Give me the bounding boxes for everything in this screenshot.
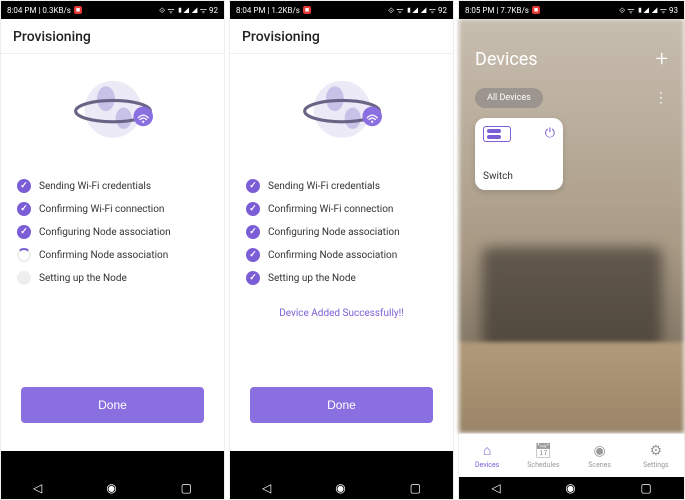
step-item: Setting up the Node [17,271,208,285]
steps-list: Sending Wi-Fi credentials Confirming Wi-… [13,170,212,294]
back-icon[interactable]: ◁ [33,481,42,495]
globe-wifi-icon [297,72,387,152]
record-icon: ■ [74,6,82,14]
step-item: Setting up the Node [246,271,437,285]
step-label: Setting up the Node [268,273,356,284]
check-icon [246,248,260,262]
more-icon[interactable]: ⋮ [654,90,668,106]
steps-list: Sending Wi-Fi credentials Confirming Wi-… [242,170,441,294]
back-icon[interactable]: ◁ [491,481,500,495]
home-icon: ⌂ [483,442,491,459]
add-device-icon[interactable]: + [656,47,668,72]
check-icon [246,202,260,216]
globe-wifi-icon [68,72,158,152]
tab-devices[interactable]: ⌂ Devices [459,434,515,477]
status-time: 8:04 PM | 1.2KB/s [236,6,300,15]
step-label: Setting up the Node [39,273,127,284]
status-bar: 8:05 PM | 7.7KB/s■ ⟐ ᯤ ▮◢ ◢ ᯤ 93 [459,1,684,19]
android-nav: ◁ ◉ ▢ [1,477,224,499]
step-item: Configuring Node association [17,225,208,239]
power-icon[interactable]: ⏻ [545,126,555,141]
status-bar: 8:04 PM | 1.2KB/s■ ⟐ ᯤ ▮◢ ◢ ᯤ 92 [230,1,453,19]
status-indicators: ⟐ ᯤ ▮◢ ◢ ᯤ 92 [388,5,447,16]
device-card-switch[interactable]: ⏻ Switch [475,118,563,190]
step-label: Confirming Wi-Fi connection [268,204,393,215]
step-item: Confirming Wi-Fi connection [17,202,208,216]
filter-row: All Devices ⋮ [459,82,684,118]
filter-pill[interactable]: All Devices [475,88,543,108]
check-icon [17,179,31,193]
calendar-icon: 📅︎ [534,443,552,459]
recents-icon[interactable]: ▢ [181,481,192,495]
bottom-tab-bar: ⌂ Devices 📅︎ Schedules ◉ Scenes ⚙ Settings [459,433,684,477]
tab-settings[interactable]: ⚙ Settings [628,434,684,477]
success-message: Device Added Successfully!! [279,308,404,319]
play-icon: ◉ [594,443,606,459]
done-button[interactable]: Done [250,387,433,423]
screen-provisioning-inprogress: 8:04 PM | 0.3KB/s■ ⟐ ᯤ ▮◢ ◢ ᯤ 92 Provisi… [0,0,225,500]
check-icon [17,225,31,239]
check-icon [246,225,260,239]
step-item: Confirming Wi-Fi connection [246,202,437,216]
check-icon [17,202,31,216]
android-nav: ◁ ◉ ▢ [230,477,453,499]
devices-content: Devices + All Devices ⋮ ⏻ Switch [459,19,684,433]
screen-devices: 8:05 PM | 7.7KB/s■ ⟐ ᯤ ▮◢ ◢ ᯤ 93 Devices… [458,0,685,500]
android-nav: ◁ ◉ ▢ [459,477,684,499]
step-item: Sending Wi-Fi credentials [246,179,437,193]
content-area: Sending Wi-Fi credentials Confirming Wi-… [1,54,224,451]
devices-header: Devices + [459,19,684,82]
step-item: Sending Wi-Fi credentials [17,179,208,193]
status-time: 8:05 PM | 7.7KB/s [465,6,529,15]
step-label: Confirming Wi-Fi connection [39,204,164,215]
check-icon [246,271,260,285]
home-icon[interactable]: ◉ [106,481,116,495]
tab-label: Settings [643,461,669,469]
status-indicators: ⟐ ᯤ ▮◢ ◢ ᯤ 93 [619,5,678,16]
page-title: Provisioning [1,19,224,54]
step-label: Sending Wi-Fi credentials [39,181,151,192]
step-label: Confirming Node association [268,250,397,261]
tab-label: Scenes [588,461,611,469]
record-icon: ■ [303,6,311,14]
content-area: Sending Wi-Fi credentials Confirming Wi-… [230,54,453,451]
gear-icon: ⚙ [650,443,663,459]
recents-icon[interactable]: ▢ [640,481,651,495]
spinner-icon [17,248,31,262]
tab-label: Devices [475,461,499,469]
check-icon [246,179,260,193]
devices-title: Devices [475,49,538,70]
step-item: Confirming Node association [246,248,437,262]
black-bar [1,451,224,477]
device-label: Switch [483,171,555,182]
recents-icon[interactable]: ▢ [410,481,421,495]
step-item: Configuring Node association [246,225,437,239]
back-icon[interactable]: ◁ [262,481,271,495]
switch-device-icon [483,126,511,142]
screen-provisioning-complete: 8:04 PM | 1.2KB/s■ ⟐ ᯤ ▮◢ ◢ ᯤ 92 Provisi… [229,0,454,500]
step-label: Configuring Node association [268,227,400,238]
step-label: Configuring Node association [39,227,171,238]
status-indicators: ⟐ ᯤ ▮◢ ◢ ᯤ 92 [159,5,218,16]
home-icon[interactable]: ◉ [335,481,345,495]
tab-schedules[interactable]: 📅︎ Schedules [515,434,571,477]
tab-scenes[interactable]: ◉ Scenes [572,434,628,477]
step-label: Confirming Node association [39,250,168,261]
done-button[interactable]: Done [21,387,204,423]
step-item: Confirming Node association [17,248,208,262]
black-bar [230,451,453,477]
record-icon: ■ [532,6,540,14]
step-label: Sending Wi-Fi credentials [268,181,380,192]
status-time: 8:04 PM | 0.3KB/s [7,6,71,15]
pending-icon [17,271,31,285]
home-icon[interactable]: ◉ [565,481,575,495]
tab-label: Schedules [527,461,559,469]
status-bar: 8:04 PM | 0.3KB/s■ ⟐ ᯤ ▮◢ ◢ ᯤ 92 [1,1,224,19]
page-title: Provisioning [230,19,453,54]
